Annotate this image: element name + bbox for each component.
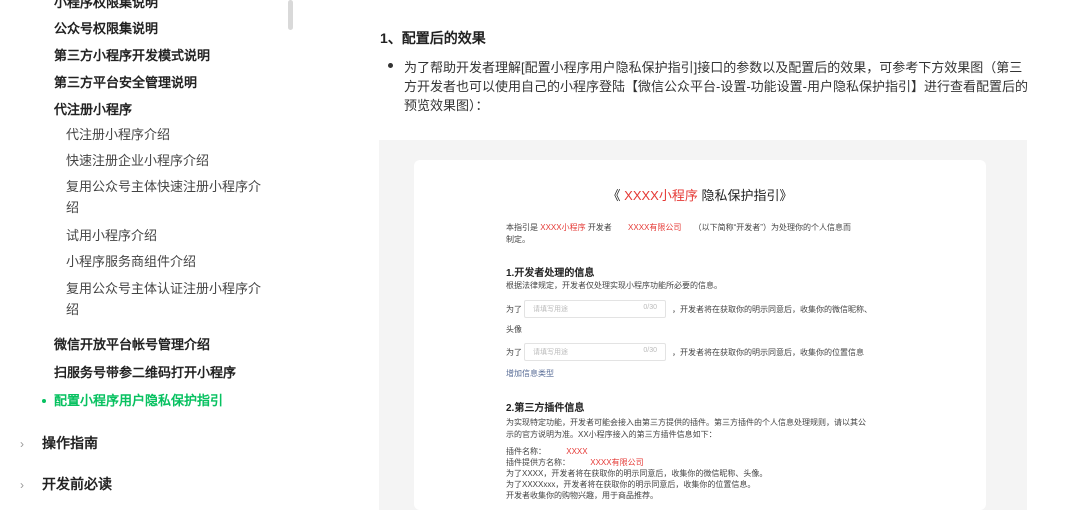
- for-label-1: 为了: [506, 305, 522, 314]
- sidebar-item-oa-permissions[interactable]: 公众号权限集说明: [54, 21, 158, 37]
- intro-app: XXXX小程序: [540, 223, 586, 232]
- plugin-line-3: 开发者收集你的购物兴趣，用于商品推荐。: [506, 491, 658, 500]
- input-placeholder: 请填写用途: [533, 349, 568, 356]
- row2-text: ，开发者将在获取你的明示同意后，收集你的位置信息: [672, 348, 864, 357]
- row1-continued: 头像: [506, 325, 522, 334]
- sidebar-section-prereading[interactable]: 开发前必读: [42, 476, 112, 492]
- sidebar-item-register-on-behalf[interactable]: 代注册小程序: [54, 102, 132, 118]
- sidebar-scrollbar[interactable]: [288, 0, 293, 30]
- sidebar-item-account-management[interactable]: 微信开放平台帐号管理介绍: [54, 337, 210, 353]
- title-rest: 隐私保护指引》: [701, 188, 793, 203]
- sidebar-item-dev-mode[interactable]: 第三方小程序开发模式说明: [54, 48, 210, 64]
- section2-desc-1: 为实现特定功能，开发者可能会接入由第三方提供的插件。第三方插件的个人信息处理规则…: [506, 418, 866, 427]
- main-content: 1、配置后的效果 为了帮助开发者理解[配置小程序用户隐私保护指引]接口的参数以及…: [296, 0, 1086, 510]
- plugin-line-2: 为了XXXXxxx，开发者将在获取你的明示同意后，收集你的位置信息。: [506, 480, 756, 489]
- sidebar-item-fast-register[interactable]: 快速注册企业小程序介绍: [66, 153, 209, 169]
- intro-b: 开发者: [587, 223, 612, 232]
- purpose-input-2[interactable]: 请填写用途 0/30: [524, 343, 666, 361]
- plugin-name: XXXX: [566, 447, 588, 456]
- section1-title: 1.开发者处理的信息: [506, 268, 595, 279]
- preview-card: 《 XXXX小程序 隐私保护指引》 本指引是 XXXX小程序 开发者 XXXX有…: [414, 160, 986, 510]
- plugin-name-row: 插件名称： XXXX: [506, 446, 588, 457]
- preview-title: 《 XXXX小程序 隐私保护指引》: [414, 185, 986, 204]
- intro-paragraph: 为了帮助开发者理解[配置小程序用户隐私保护指引]接口的参数以及配置后的效果，可参…: [404, 60, 1028, 113]
- sidebar: 小程序权限集说明 公众号权限集说明 第三方小程序开发模式说明 第三方平台安全管理…: [0, 0, 296, 501]
- purpose-input-1[interactable]: 请填写用途 0/30: [524, 300, 666, 318]
- plugin-line-1: 为了XXXX，开发者将在获取你的明示同意后，收集你的微信昵称、头像。: [506, 469, 768, 478]
- intro-a: 本指引是: [506, 223, 538, 232]
- intro-line-1: 本指引是 XXXX小程序 开发者 XXXX有限公司 （以下简称“开发者”）为处理…: [506, 222, 851, 233]
- sidebar-item-service-components[interactable]: 小程序服务商组件介绍: [66, 254, 196, 270]
- sidebar-item-reuse-fast-register[interactable]: 复用公众号主体快速注册小程序介绍: [66, 176, 266, 218]
- plugin-name-label: 插件名称：: [506, 447, 546, 456]
- intro-line-2: 制定。: [506, 235, 530, 244]
- sidebar-item-trial-miniprogram[interactable]: 试用小程序介绍: [66, 228, 157, 244]
- plugin-provider: XXXX有限公司: [590, 458, 644, 467]
- active-indicator-dot: [42, 399, 46, 403]
- sidebar-item-miniprogram-permissions[interactable]: 小程序权限集说明: [54, 0, 158, 11]
- chevron-right-icon[interactable]: ›: [20, 479, 28, 491]
- plugin-provider-row: 插件提供方名称： XXXX有限公司: [506, 457, 644, 468]
- section2-desc-2: 示的官方说明为准。XX小程序接入的第三方插件信息如下：: [506, 430, 717, 439]
- title-app-name: XXXX小程序: [624, 188, 698, 203]
- intro-company: XXXX有限公司: [628, 223, 682, 232]
- chevron-right-icon[interactable]: ›: [20, 438, 28, 450]
- intro-c: （以下简称“开发者”）为处理你的个人信息而: [693, 223, 851, 232]
- sidebar-item-privacy-guide[interactable]: 配置小程序用户隐私保护指引: [54, 393, 223, 409]
- sidebar-item-register-intro[interactable]: 代注册小程序介绍: [66, 127, 170, 143]
- input-count: 0/30: [643, 304, 657, 311]
- title-open: 《: [607, 188, 621, 203]
- sidebar-item-reuse-auth-register[interactable]: 复用公众号主体认证注册小程序介绍: [66, 278, 266, 320]
- section-heading: 1、配置后的效果: [380, 30, 486, 46]
- sidebar-item-security-management[interactable]: 第三方平台安全管理说明: [54, 75, 197, 91]
- add-info-type-link[interactable]: 增加信息类型: [506, 368, 554, 379]
- for-label-2: 为了: [506, 348, 522, 357]
- input-count: 0/30: [643, 347, 657, 354]
- row1-text: ，开发者将在获取你的明示同意后，收集你的微信昵称、: [672, 305, 872, 314]
- sidebar-section-guide[interactable]: 操作指南: [42, 435, 98, 451]
- section1-desc: 根据法律规定，开发者仅处理实现小程序功能所必要的信息。: [506, 281, 722, 290]
- input-placeholder: 请填写用途: [533, 306, 568, 313]
- sidebar-item-qrcode-open[interactable]: 扫服务号带参二维码打开小程序: [54, 365, 236, 381]
- bullet-icon: [388, 63, 393, 68]
- plugin-provider-label: 插件提供方名称：: [506, 458, 570, 467]
- section2-title: 2.第三方插件信息: [506, 403, 585, 414]
